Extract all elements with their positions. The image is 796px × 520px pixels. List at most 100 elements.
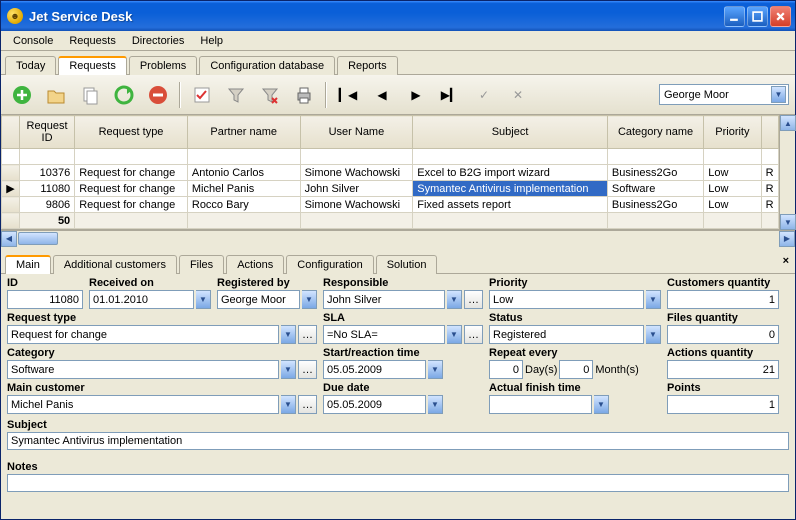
detail-panel: Main Additional customers Files Actions … — [1, 251, 795, 519]
chevron-down-icon[interactable]: ▼ — [428, 395, 443, 414]
tab-requests[interactable]: Requests — [58, 56, 126, 75]
ellipsis-button[interactable]: … — [298, 325, 317, 344]
nav-prev-button[interactable]: ◀ — [367, 80, 397, 110]
horizontal-scrollbar[interactable]: ◀ ▶ — [1, 230, 795, 246]
user-select[interactable]: George Moor ▼ — [659, 84, 789, 105]
chevron-down-icon[interactable]: ▼ — [447, 325, 462, 344]
scroll-track[interactable] — [17, 231, 779, 247]
points-field[interactable]: 1 — [667, 395, 779, 414]
clear-filter-button[interactable] — [255, 80, 285, 110]
nav-next-button[interactable]: ▶ — [401, 80, 431, 110]
copy-button[interactable] — [75, 80, 105, 110]
ellipsis-button[interactable]: … — [464, 325, 483, 344]
ellipsis-button[interactable]: … — [298, 395, 317, 414]
tab-configdb[interactable]: Configuration database — [199, 56, 335, 75]
menu-help[interactable]: Help — [192, 33, 231, 49]
menu-directories[interactable]: Directories — [124, 33, 193, 49]
chevron-down-icon[interactable]: ▼ — [594, 395, 609, 414]
col-partner[interactable]: Partner name — [187, 116, 300, 149]
nav-last-button[interactable]: ▶▎ — [435, 80, 465, 110]
col-priority[interactable]: Priority — [704, 116, 761, 149]
received-field[interactable]: 01.01.2010 — [89, 290, 194, 309]
detail-tab-customers[interactable]: Additional customers — [53, 255, 177, 274]
scroll-down-icon[interactable]: ▼ — [780, 214, 796, 230]
actionsqty-field[interactable]: 21 — [667, 360, 779, 379]
vertical-scrollbar[interactable]: ▲ ▼ — [779, 115, 795, 230]
menu-requests[interactable]: Requests — [61, 33, 123, 49]
ellipsis-button[interactable]: … — [298, 360, 317, 379]
chevron-down-icon: ▼ — [771, 86, 786, 103]
table-row[interactable]: 10376Request for changeAntonio CarlosSim… — [2, 165, 779, 181]
detail-tab-config[interactable]: Configuration — [286, 255, 373, 274]
maximize-button[interactable] — [747, 6, 768, 27]
detail-tab-actions[interactable]: Actions — [226, 255, 284, 274]
tab-today[interactable]: Today — [5, 56, 56, 75]
col-request-type[interactable]: Request type — [75, 116, 188, 149]
repeat-days-field[interactable]: 0 — [489, 360, 523, 379]
table-row[interactable]: ▶11080Request for changeMichel PanisJohn… — [2, 181, 779, 197]
table-row[interactable]: 9806Request for changeRocco BarySimone W… — [2, 197, 779, 213]
requests-grid[interactable]: Request ID Request type Partner name Use… — [1, 115, 779, 229]
filter-button[interactable] — [221, 80, 251, 110]
separator — [179, 82, 181, 108]
detail-tab-main[interactable]: Main — [5, 255, 51, 274]
label-category: Category — [7, 346, 317, 360]
category-field[interactable]: Software — [7, 360, 279, 379]
reqtype-field[interactable]: Request for change — [7, 325, 279, 344]
label-reqtype: Request type — [7, 311, 317, 325]
close-button[interactable] — [770, 6, 791, 27]
chevron-down-icon[interactable]: ▼ — [281, 360, 296, 379]
chevron-down-icon[interactable]: ▼ — [281, 325, 296, 344]
refresh-button[interactable] — [109, 80, 139, 110]
scroll-up-icon[interactable]: ▲ — [780, 115, 796, 131]
col-request-id[interactable]: Request ID — [19, 116, 74, 149]
ellipsis-button[interactable]: … — [464, 290, 483, 309]
delete-button[interactable] — [143, 80, 173, 110]
label-actual: Actual finish time — [489, 381, 661, 395]
chevron-down-icon[interactable]: ▼ — [428, 360, 443, 379]
chevron-down-icon[interactable]: ▼ — [646, 325, 661, 344]
nav-first-button[interactable]: ▎◀ — [333, 80, 363, 110]
subject-field[interactable]: Symantec Antivirus implementation — [7, 432, 789, 450]
scroll-left-icon[interactable]: ◀ — [1, 231, 17, 247]
col-subject[interactable]: Subject — [413, 116, 608, 149]
detail-tab-solution[interactable]: Solution — [376, 255, 438, 274]
detail-tab-files[interactable]: Files — [179, 255, 224, 274]
col-category[interactable]: Category name — [607, 116, 703, 149]
actual-field[interactable] — [489, 395, 592, 414]
responsible-field[interactable]: John Silver — [323, 290, 445, 309]
chevron-down-icon[interactable]: ▼ — [281, 395, 296, 414]
scroll-right-icon[interactable]: ▶ — [779, 231, 795, 247]
col-user[interactable]: User Name — [300, 116, 413, 149]
tab-reports[interactable]: Reports — [337, 56, 398, 75]
start-field[interactable]: 05.05.2009 — [323, 360, 426, 379]
due-field[interactable]: 05.05.2009 — [323, 395, 426, 414]
priority-field[interactable]: Low — [489, 290, 644, 309]
chevron-down-icon[interactable]: ▼ — [447, 290, 462, 309]
scroll-thumb[interactable] — [18, 232, 58, 245]
status-field[interactable]: Registered — [489, 325, 644, 344]
sla-field[interactable]: =No SLA= — [323, 325, 445, 344]
registered-field[interactable]: George Moor — [217, 290, 300, 309]
repeat-months-field[interactable]: 0 — [559, 360, 593, 379]
new-button[interactable] — [7, 80, 37, 110]
detail-close-button[interactable]: × — [783, 255, 789, 267]
checklist-button[interactable] — [187, 80, 217, 110]
print-button[interactable] — [289, 80, 319, 110]
chevron-down-icon[interactable]: ▼ — [196, 290, 211, 309]
id-field[interactable]: 11080 — [7, 290, 83, 309]
filesqty-field[interactable]: 0 — [667, 325, 779, 344]
cancel-button[interactable]: ✕ — [503, 80, 533, 110]
notes-field[interactable] — [7, 474, 789, 492]
chevron-down-icon[interactable]: ▼ — [302, 290, 317, 309]
chevron-down-icon[interactable]: ▼ — [646, 290, 661, 309]
custqty-field[interactable]: 1 — [667, 290, 779, 309]
maincust-field[interactable]: Michel Panis — [7, 395, 279, 414]
col-extra[interactable] — [761, 116, 778, 149]
tab-problems[interactable]: Problems — [129, 56, 197, 75]
menu-console[interactable]: Console — [5, 33, 61, 49]
open-button[interactable] — [41, 80, 71, 110]
commit-button[interactable]: ✓ — [469, 80, 499, 110]
filter-row[interactable] — [2, 149, 779, 165]
minimize-button[interactable] — [724, 6, 745, 27]
